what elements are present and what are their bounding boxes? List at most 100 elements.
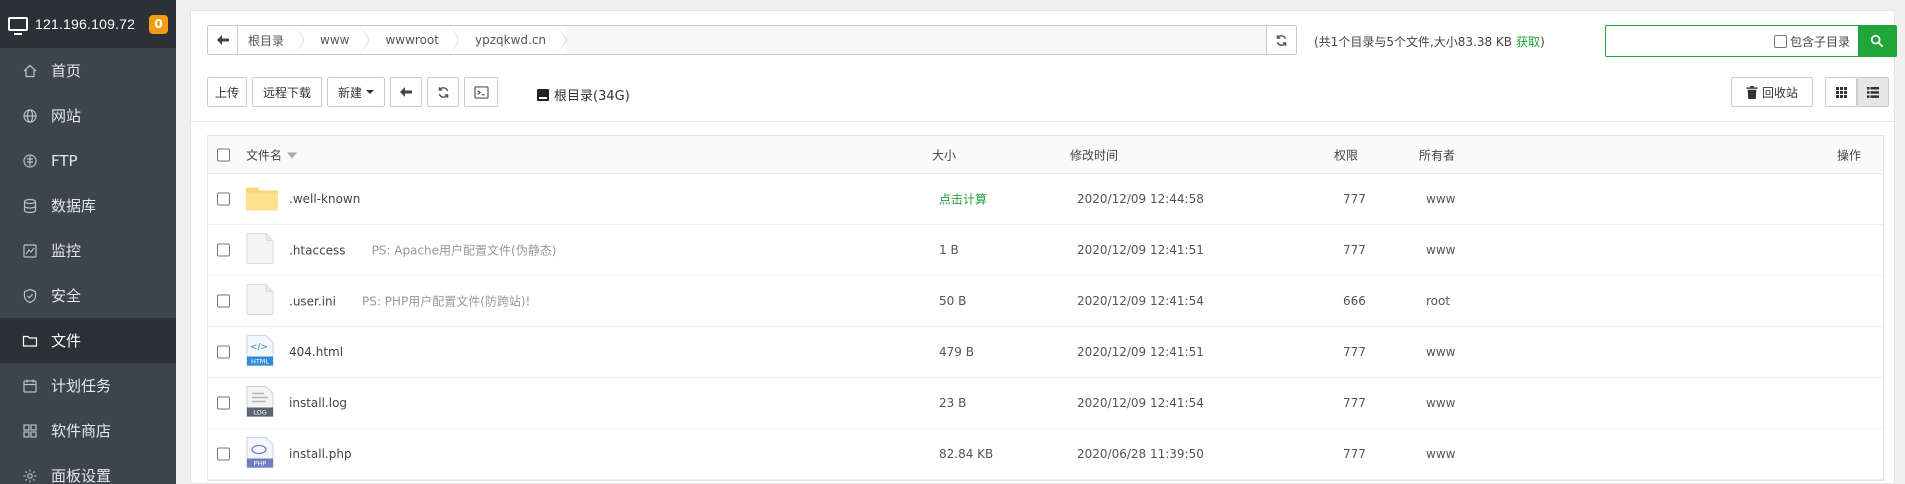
get-size-link[interactable]: 获取 xyxy=(1516,35,1540,49)
file-note: PS: PHP用户配置文件(防跨站)! xyxy=(361,294,531,309)
remote-download-button[interactable]: 远程下载 xyxy=(252,77,322,107)
file-permission[interactable]: 777 xyxy=(1343,396,1366,410)
ftp-icon xyxy=(22,153,38,169)
list-view-button[interactable] xyxy=(1857,77,1889,107)
column-size[interactable]: 大小 xyxy=(932,146,956,163)
select-all-checkbox[interactable] xyxy=(217,148,230,161)
file-owner[interactable]: root xyxy=(1426,294,1450,308)
file-owner[interactable]: www xyxy=(1426,243,1455,257)
file-permission[interactable]: 777 xyxy=(1343,192,1366,206)
file-permission[interactable]: 666 xyxy=(1343,294,1366,308)
path-refresh-button[interactable] xyxy=(1266,26,1296,54)
globe-icon xyxy=(22,108,38,124)
search-icon xyxy=(1870,34,1884,48)
breadcrumb-root[interactable]: 根目录 xyxy=(238,26,306,54)
file-mtime: 2020/12/09 12:44:58 xyxy=(1077,192,1204,206)
breadcrumb-www[interactable]: www xyxy=(304,26,371,54)
sidebar-item-home[interactable]: 首页 xyxy=(0,48,176,93)
list-view-icon xyxy=(1867,86,1879,98)
file-size: 479 B xyxy=(939,345,974,359)
table-row[interactable]: LOG install.log 23 B 2020/12/09 12:41:54… xyxy=(208,378,1883,429)
sidebar-item-ftp[interactable]: FTP xyxy=(0,138,176,183)
sidebar-item-label: 计划任务 xyxy=(51,377,112,395)
file-type-tag: PHP xyxy=(254,460,267,468)
file-name-group[interactable]: .user.ini PS: PHP用户配置文件(防跨站)! xyxy=(289,293,530,310)
breadcrumb-wwwroot[interactable]: wwwroot xyxy=(369,26,460,54)
go-back-button[interactable] xyxy=(390,77,422,107)
table-row[interactable]: PHP install.php 82.84 KB 2020/06/28 11:3… xyxy=(208,429,1883,480)
row-checkbox[interactable] xyxy=(217,345,230,359)
file-owner[interactable]: www xyxy=(1426,192,1455,206)
sidebar-item-security[interactable]: 安全 xyxy=(0,273,176,318)
breadcrumb-site[interactable]: ypzqkwd.cn xyxy=(458,26,568,54)
search-input[interactable] xyxy=(1606,27,1774,55)
sort-down-icon xyxy=(287,152,298,159)
file-size: 23 B xyxy=(939,396,967,410)
sidebar-item-monitor[interactable]: 监控 xyxy=(0,228,176,273)
sidebar-item-label: 软件商店 xyxy=(51,422,112,440)
sidebar-item-label: 面板设置 xyxy=(51,467,112,484)
file-owner[interactable]: www xyxy=(1426,396,1455,410)
include-subdir-label: 包含子目录 xyxy=(1789,34,1850,49)
row-checkbox[interactable] xyxy=(217,192,230,206)
table-row[interactable]: </> HTML 404.html 479 B 2020/12/09 12:41:… xyxy=(208,327,1883,378)
file-owner[interactable]: www xyxy=(1426,447,1455,461)
file-mtime: 2020/12/09 12:41:51 xyxy=(1077,345,1204,359)
divider xyxy=(191,121,1894,122)
new-button[interactable]: 新建 xyxy=(327,77,385,107)
file-size: 50 B xyxy=(939,294,967,308)
path-bar: 根目录 www wwwroot ypzqkwd.cn xyxy=(207,25,1297,55)
grid-view-button[interactable] xyxy=(1825,77,1857,107)
search-button[interactable] xyxy=(1858,26,1896,56)
sidebar-item-store[interactable]: 软件商店 xyxy=(0,408,176,453)
file-permission[interactable]: 777 xyxy=(1343,447,1366,461)
hdd-icon xyxy=(537,88,549,101)
file-mtime: 2020/12/09 12:41:54 xyxy=(1077,396,1204,410)
column-permission[interactable]: 权限 xyxy=(1334,146,1358,163)
calculate-size-link[interactable]: 点击计算 xyxy=(939,191,987,208)
sidebar-item-settings[interactable]: 面板设置 xyxy=(0,453,176,484)
sidebar-item-label: FTP xyxy=(51,151,78,170)
recycle-bin-button[interactable]: 回收站 xyxy=(1731,77,1813,107)
column-mtime[interactable]: 修改时间 xyxy=(1070,146,1118,163)
file-icon xyxy=(246,284,274,319)
file-mtime: 2020/12/09 12:41:54 xyxy=(1077,294,1204,308)
row-checkbox[interactable] xyxy=(217,396,230,410)
terminal-button[interactable] xyxy=(464,77,498,107)
sidebar-item-files[interactable]: 文件 xyxy=(0,318,176,363)
row-checkbox[interactable] xyxy=(217,243,230,257)
disk-info[interactable]: 根目录(34G) xyxy=(537,85,630,104)
file-name[interactable]: 404.html xyxy=(289,345,343,359)
notification-badge[interactable]: 0 xyxy=(149,14,168,34)
file-name-group[interactable]: .htaccess PS: Apache用户配置文件(伪静态) xyxy=(289,242,556,259)
table-row[interactable]: .htaccess PS: Apache用户配置文件(伪静态) 1 B 2020/… xyxy=(208,225,1883,276)
column-name[interactable]: 文件名 xyxy=(246,146,298,163)
file-name[interactable]: install.php xyxy=(289,447,352,461)
sidebar-item-database[interactable]: 数据库 xyxy=(0,183,176,228)
file-name[interactable]: install.log xyxy=(289,396,347,410)
path-back-button[interactable] xyxy=(208,26,238,54)
file-name[interactable]: .well-known xyxy=(289,192,360,206)
column-owner[interactable]: 所有者 xyxy=(1419,146,1455,163)
file-owner[interactable]: www xyxy=(1426,345,1455,359)
include-subdir-checkbox[interactable] xyxy=(1773,34,1787,48)
sidebar-item-website[interactable]: 网站 xyxy=(0,93,176,138)
file-icon xyxy=(246,233,274,268)
file-permission[interactable]: 777 xyxy=(1343,345,1366,359)
refresh-button[interactable] xyxy=(427,77,459,107)
row-checkbox[interactable] xyxy=(217,294,230,308)
include-subdir-option[interactable]: 包含子目录 xyxy=(1773,33,1850,50)
file-permission[interactable]: 777 xyxy=(1343,243,1366,257)
sidebar-item-cron[interactable]: 计划任务 xyxy=(0,363,176,408)
file-name: .htaccess xyxy=(289,243,346,258)
monitor-icon xyxy=(22,243,38,259)
table-header: 文件名 大小 修改时间 权限 所有者 操作 xyxy=(208,136,1883,174)
folder-icon xyxy=(22,333,38,349)
sidebar-item-label: 首页 xyxy=(51,62,82,80)
table-row[interactable]: .well-known 点击计算 2020/12/09 12:44:58 777… xyxy=(208,174,1883,225)
row-checkbox[interactable] xyxy=(217,447,230,461)
new-button-label: 新建 xyxy=(337,85,362,100)
sidebar-item-label: 网站 xyxy=(51,107,82,125)
table-row[interactable]: .user.ini PS: PHP用户配置文件(防跨站)! 50 B 2020/1… xyxy=(208,276,1883,327)
upload-button[interactable]: 上传 xyxy=(207,77,247,107)
